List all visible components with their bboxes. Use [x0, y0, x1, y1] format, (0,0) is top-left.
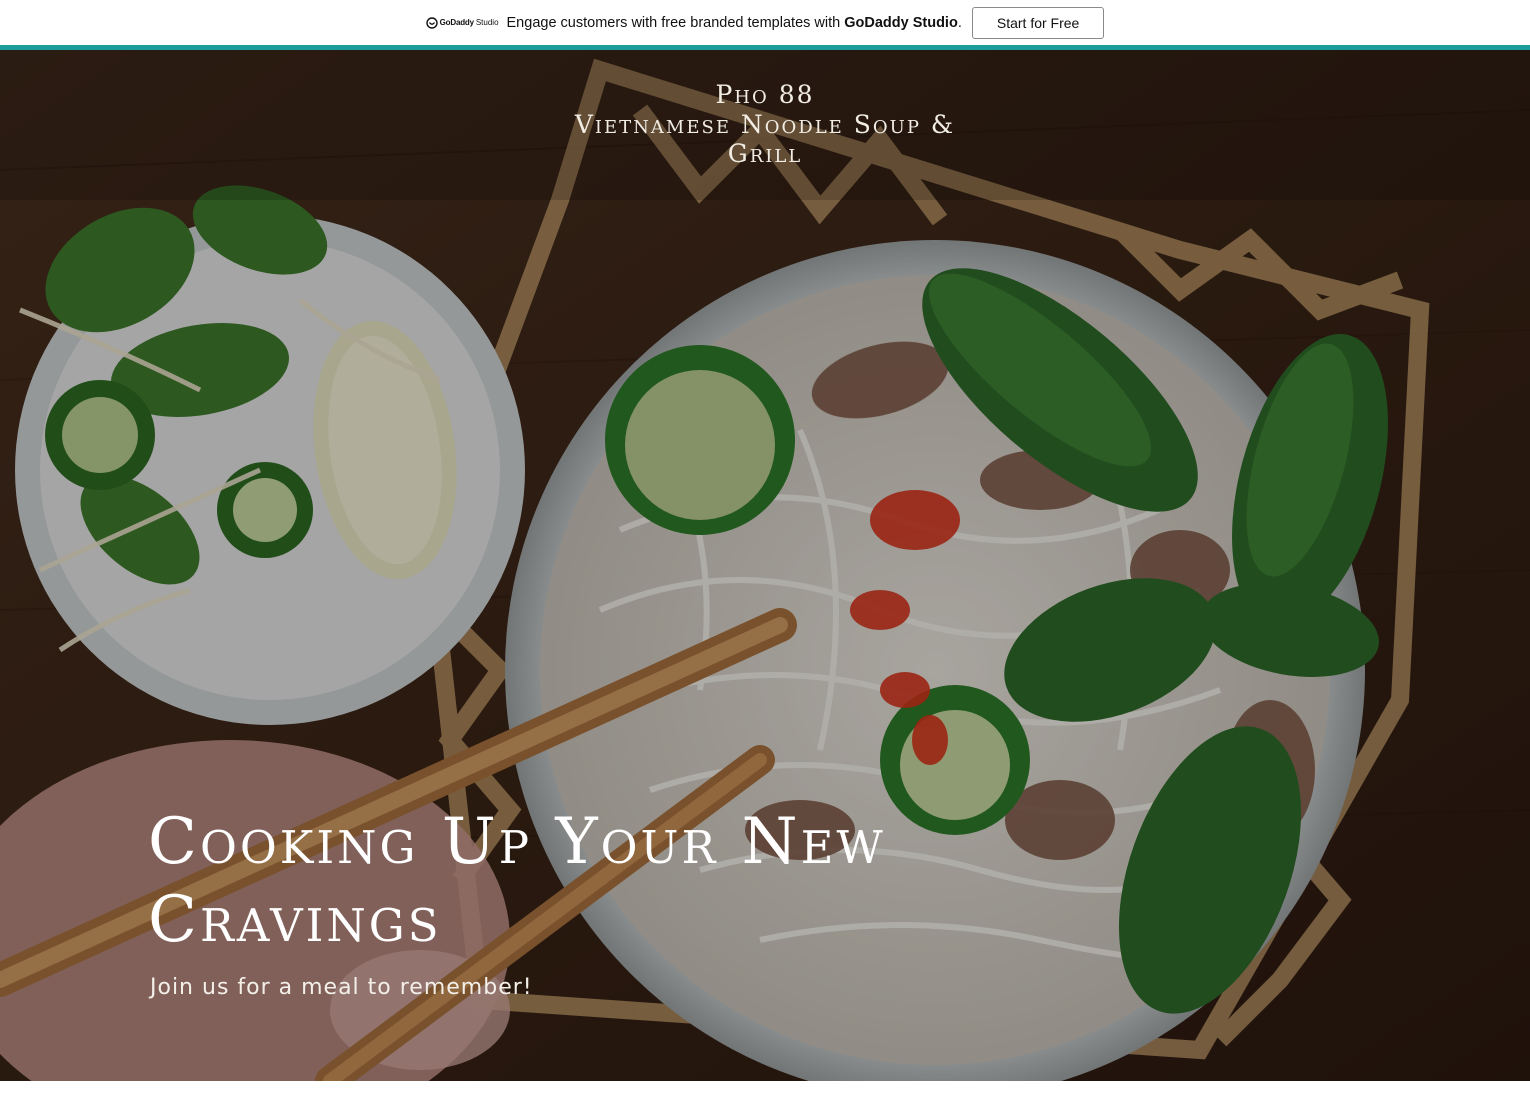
start-for-free-button[interactable]: Start for Free — [971, 6, 1105, 39]
hero-tagline: Join us for a meal to remember! — [150, 975, 533, 1000]
hero-section: Pho 88 Vietnamese Noodle Soup & Grill Co… — [0, 50, 1530, 1081]
godaddy-icon — [425, 16, 438, 29]
site-name: Pho 88 — [715, 80, 815, 109]
promo-brand: GoDaddy Studio — [844, 14, 958, 31]
promo-message: Engage customers with free branded templ… — [507, 15, 962, 31]
promo-period: . — [957, 14, 962, 31]
logo-subtext: Studio — [475, 18, 499, 27]
promo-banner: GoDaddy Studio Engage customers with fre… — [0, 0, 1530, 45]
logo-wordmark: GoDaddy — [439, 18, 474, 27]
site-subtitle: Vietnamese Noodle Soup & Grill — [574, 110, 956, 168]
site-logo-title[interactable]: Pho 88 Vietnamese Noodle Soup & Grill — [0, 80, 1530, 168]
promo-message-text: Engage customers with free branded templ… — [506, 14, 845, 31]
hero-headline: Cooking Up Your New Cravings — [148, 805, 886, 957]
godaddy-logo[interactable]: GoDaddy Studio — [425, 16, 499, 29]
